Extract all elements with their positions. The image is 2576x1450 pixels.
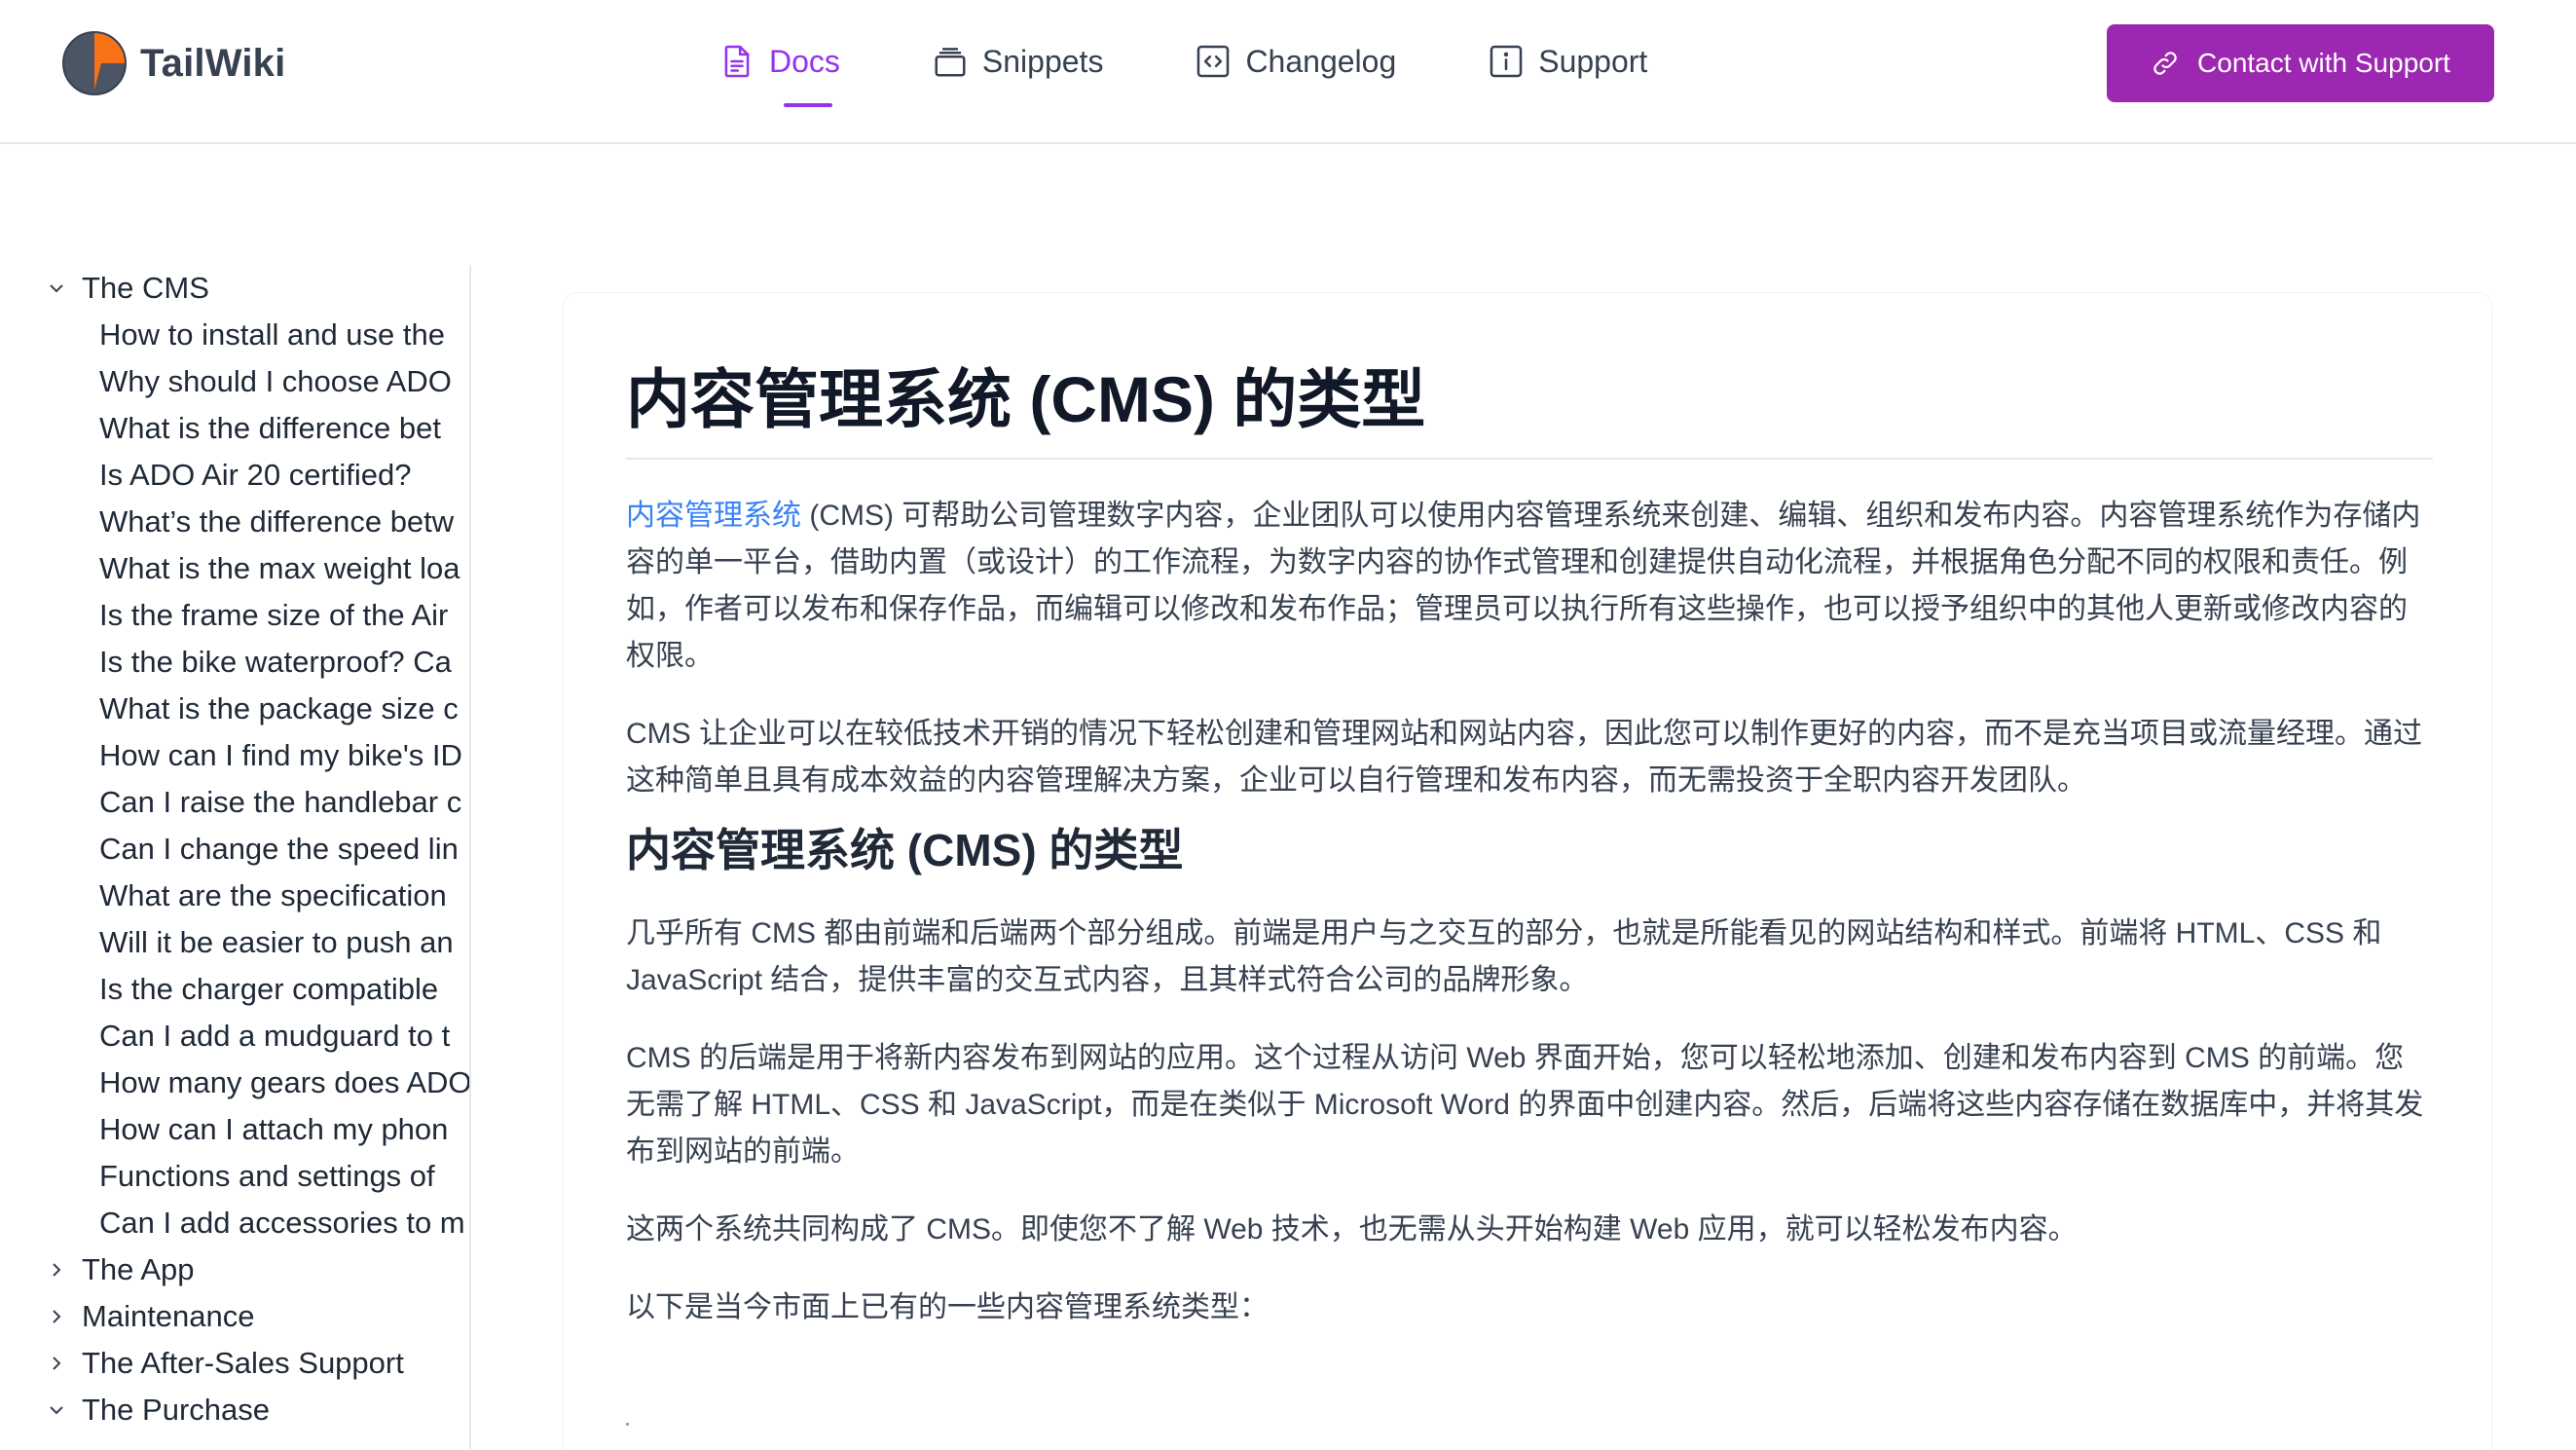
sidebar-section-after-sales[interactable]: The After-Sales Support	[45, 1340, 469, 1387]
sidebar-item[interactable]: Functions and settings of	[45, 1153, 469, 1200]
code-icon	[1197, 45, 1230, 78]
sidebar-item[interactable]: What are the specification	[45, 873, 469, 919]
brand-logo[interactable]: TailWiki	[62, 31, 285, 95]
page-title: 内容管理系统 (CMS) 的类型	[626, 361, 2433, 461]
sidebar-section-label: The Purchase	[82, 1393, 270, 1427]
sidebar-item[interactable]: What is the max weight loa	[45, 545, 469, 592]
sidebar-item[interactable]: How can I attach my phon	[45, 1106, 469, 1153]
chevron-down-icon	[50, 284, 63, 293]
sidebar-item[interactable]: Is the frame size of the Air	[45, 592, 469, 639]
section-heading: 内容管理系统 (CMS) 的类型	[626, 825, 1184, 876]
nav-docs[interactable]: Docs	[718, 43, 840, 107]
sidebar-item[interactable]: Can I change the speed lin	[45, 826, 469, 873]
paragraph-text: (CMS) 可帮助公司管理数字内容，企业团队可以使用内容管理系统来创建、编辑、组…	[626, 500, 2421, 673]
sidebar-item[interactable]: Why should I choose ADO	[45, 358, 469, 405]
article-paragraph: 这两个系统共同构成了 CMS。即使您不了解 Web 技术，也无需从头开始构建 W…	[626, 1213, 2078, 1246]
sidebar-section-purchase[interactable]: The Purchase	[45, 1387, 469, 1433]
sidebar-item[interactable]: Is ADO Air 20 certified?	[45, 452, 469, 499]
contact-support-label: Contact with Support	[2197, 48, 2450, 78]
article-paragraph: 几乎所有 CMS 都由前端和后端两个部分组成。前端是用户与之交互的部分，也就是所…	[626, 917, 2382, 997]
stack-icon	[935, 48, 966, 77]
nav-support[interactable]: Support	[1488, 43, 1647, 80]
article-paragraph: CMS 的后端是用于将新内容发布到网站的应用。这个过程从访问 Web 界面开始，…	[626, 1042, 2424, 1169]
list-bullet	[626, 1423, 629, 1426]
sidebar-section-app[interactable]: The App	[45, 1246, 469, 1293]
article-card: 内容管理系统 (CMS) 的类型 内容管理系统 (CMS) 可帮助公司管理数字内…	[563, 292, 2492, 1450]
sidebar-item[interactable]: How many gears does ADO	[45, 1060, 469, 1106]
chevron-right-icon	[53, 1357, 61, 1370]
sidebar-item[interactable]: Can I add accessories to m	[45, 1200, 469, 1246]
article-paragraph: CMS 让企业可以在较低技术开销的情况下轻松创建和管理网站和网站内容，因此您可以…	[626, 718, 2422, 798]
link-icon	[2153, 52, 2177, 75]
nav-docs-label: Docs	[769, 43, 840, 79]
article-paragraph: 内容管理系统 (CMS) 可帮助公司管理数字内容，企业团队可以使用内容管理系统来…	[626, 493, 2433, 680]
info-icon	[1490, 45, 1523, 78]
article-content: 内容管理系统 (CMS) 的类型 内容管理系统 (CMS) 可帮助公司管理数字内…	[626, 361, 2433, 1331]
nav-snippets[interactable]: Snippets	[932, 43, 1104, 80]
sidebar-item[interactable]: Will it be easier to push an	[45, 919, 469, 966]
sidebar-section-cms[interactable]: The CMS	[45, 265, 469, 312]
sidebar-item[interactable]: Can I add a mudguard to t	[45, 1013, 469, 1060]
nav-snippets-label: Snippets	[981, 43, 1104, 79]
docs-sidebar: The CMS How to install and use the Why s…	[45, 265, 471, 1449]
sidebar-item[interactable]: What’s the difference betw	[45, 499, 469, 545]
chevron-down-icon	[50, 1406, 63, 1415]
chevron-right-icon	[53, 1263, 61, 1277]
chevron-right-icon	[53, 1310, 61, 1323]
sidebar-item[interactable]: Is the charger compatible	[45, 966, 469, 1013]
cms-link[interactable]: 内容管理系统	[626, 500, 801, 532]
sidebar-section-label: The After-Sales Support	[82, 1346, 404, 1380]
main-nav: Docs Snippets Changelog Support	[718, 43, 1647, 107]
sidebar-section-label: The CMS	[82, 271, 209, 305]
nav-changelog-label: Changelog	[1245, 43, 1397, 79]
sidebar-item[interactable]: Is the bike waterproof? Ca	[45, 639, 469, 686]
sidebar-item[interactable]: Can I raise the handlebar c	[45, 779, 469, 826]
article-paragraph: 以下是当今市面上已有的一些内容管理系统类型：	[626, 1291, 1269, 1324]
contact-support-button[interactable]: Contact with Support	[2107, 24, 2494, 102]
top-header: TailWiki Docs Snippets Changelog Support	[0, 0, 2576, 144]
sidebar-item[interactable]: What is the package size c	[45, 686, 469, 732]
nav-support-label: Support	[1538, 43, 1648, 79]
sidebar-item[interactable]: How to install and use the	[45, 312, 469, 358]
sidebar-section-label: The App	[82, 1252, 195, 1286]
nav-changelog[interactable]: Changelog	[1195, 43, 1396, 80]
sidebar-item[interactable]: How can I find my bike's ID	[45, 732, 469, 779]
sidebar-section-label: Maintenance	[82, 1299, 255, 1333]
logo-icon	[62, 31, 127, 95]
brand-name: TailWiki	[140, 41, 286, 85]
sidebar-section-maintenance[interactable]: Maintenance	[45, 1293, 469, 1340]
doc-icon	[724, 45, 750, 78]
sidebar-item[interactable]: What is the difference bet	[45, 405, 469, 452]
